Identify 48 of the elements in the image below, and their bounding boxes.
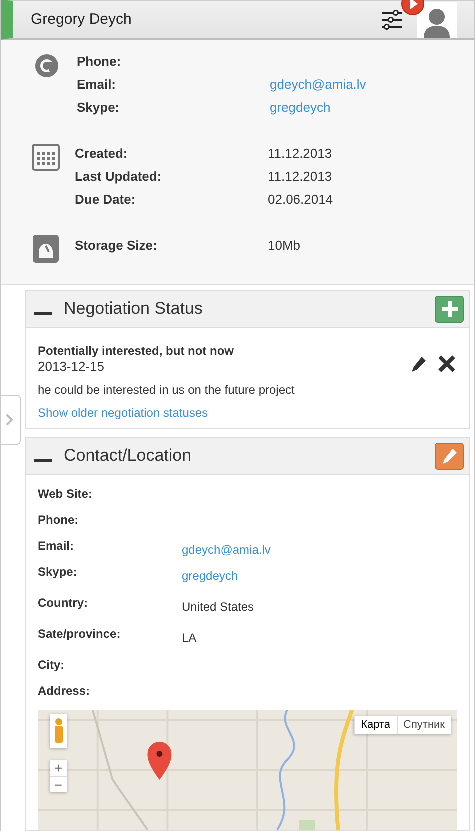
field-label: Country: xyxy=(38,596,89,612)
show-older-link[interactable]: Show older negotiation statuses xyxy=(38,406,457,420)
map-type-tab[interactable]: Спутник xyxy=(396,716,451,734)
collapse-icon[interactable] xyxy=(34,458,52,462)
edit-button[interactable] xyxy=(435,442,464,470)
field-label: Last Updated: xyxy=(75,169,163,184)
pencil-icon[interactable] xyxy=(411,356,427,372)
field-label: Created: xyxy=(75,146,129,161)
field-value: 02.06.2014 xyxy=(268,192,334,207)
status-date: 2013-12-15 xyxy=(38,359,106,374)
add-button[interactable] xyxy=(435,296,464,322)
status-note: he could be interested in us on the future project xyxy=(38,383,296,397)
collapse-icon[interactable] xyxy=(34,312,52,314)
field-label: Phone: xyxy=(38,513,80,529)
field-value: 11.12.2013 xyxy=(268,146,334,161)
field-label: Storage Size: xyxy=(75,238,158,253)
link[interactable]: gdeych@amia.lv xyxy=(182,539,457,565)
field-label: Email: xyxy=(38,539,76,555)
field-label: Address: xyxy=(38,684,92,700)
field-label: Web Site: xyxy=(38,487,94,503)
field-value: 11.12.2013 xyxy=(268,169,334,184)
field-label: Email: xyxy=(77,77,118,92)
field-value: United States xyxy=(182,599,256,616)
map-type-tab[interactable]: Карта xyxy=(354,716,397,734)
calendar-icon xyxy=(31,142,61,172)
link[interactable]: gregdeych xyxy=(270,100,366,115)
contact-name: Gregory Deych xyxy=(31,11,133,28)
sliders-icon[interactable] xyxy=(381,10,403,30)
panel-title: Negotiation Status xyxy=(64,299,204,319)
status-title: Potentially interested, but not now xyxy=(38,344,234,358)
zoom-in-button[interactable]: + xyxy=(50,760,67,776)
zoom-out-button[interactable]: − xyxy=(50,776,67,792)
link[interactable]: gregdeych xyxy=(182,565,457,596)
chevron-right-icon xyxy=(6,414,14,426)
plus-icon xyxy=(440,300,458,318)
field-value: 10Mb xyxy=(268,238,301,253)
field-label: Sate/province: xyxy=(38,627,122,643)
field-label: Due Date: xyxy=(75,192,137,207)
avatar[interactable] xyxy=(417,2,457,38)
link[interactable]: gdeych@amia.lv xyxy=(270,77,366,92)
panel-title: Contact/Location xyxy=(64,446,193,466)
field-value: LA xyxy=(182,630,198,647)
close-icon[interactable] xyxy=(437,354,457,374)
pencil-icon xyxy=(442,448,458,464)
field-label: Skype: xyxy=(77,100,121,115)
field-label: Phone: xyxy=(77,54,122,69)
field-label: Skype: xyxy=(38,565,78,581)
field-label: City: xyxy=(38,658,66,674)
